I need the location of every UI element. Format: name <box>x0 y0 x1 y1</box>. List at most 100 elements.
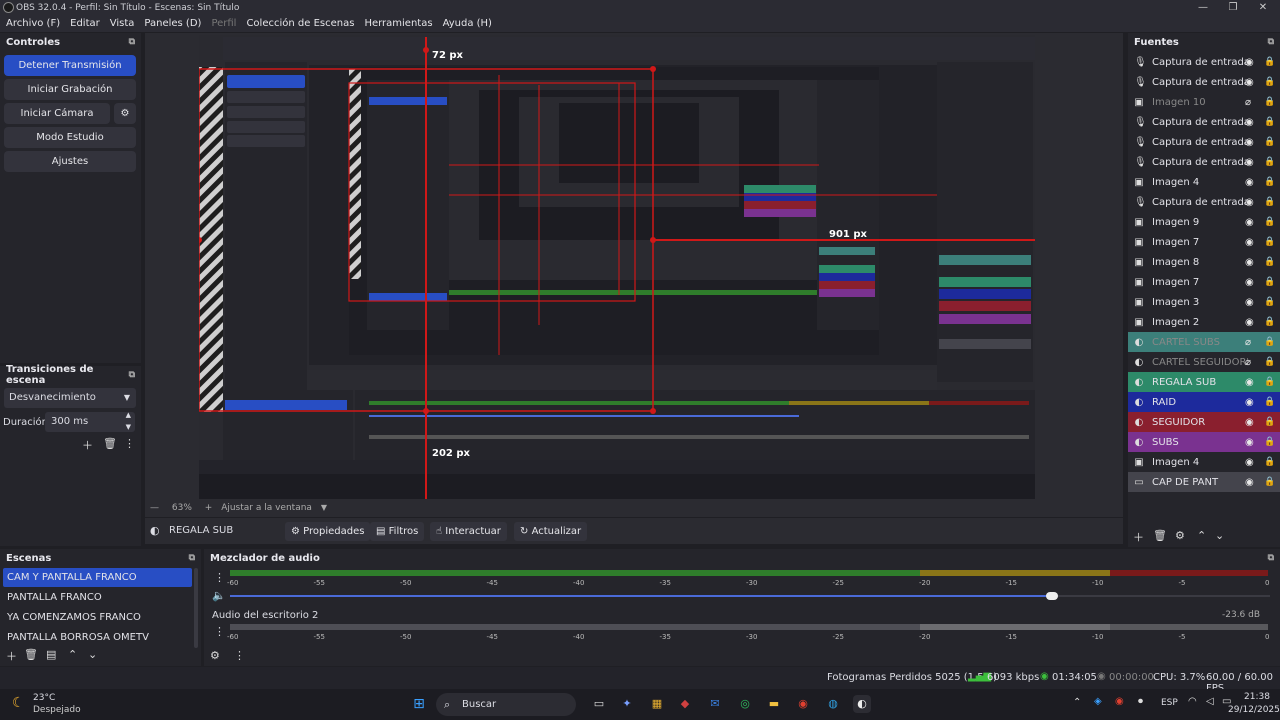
visibility-eye-icon[interactable]: ◉ <box>1245 297 1254 308</box>
menu-ayuda[interactable]: Ayuda (H) <box>443 18 492 29</box>
speaker-icon[interactable]: 🔈 <box>212 589 226 602</box>
visibility-eye-icon[interactable]: ◉ <box>1245 157 1254 168</box>
start-recording-button[interactable]: Iniciar Grabación <box>4 79 136 100</box>
scene-item[interactable]: PANTALLA FRANCO <box>3 588 192 607</box>
filter-icon[interactable]: ▤ <box>46 648 56 661</box>
lock-icon[interactable]: 🔒 <box>1264 337 1275 347</box>
spin-arrows-icon[interactable]: ▲ ▼ <box>126 409 131 433</box>
visibility-eye-icon[interactable]: ◉ <box>1245 137 1254 148</box>
lock-icon[interactable]: 🔒 <box>1264 417 1275 427</box>
visibility-eye-icon[interactable]: ◉ <box>1245 477 1254 488</box>
source-item[interactable]: ▭ CAP DE PANT ◉ 🔒 <box>1128 472 1280 492</box>
trash-icon[interactable]: 🗑 <box>24 648 38 661</box>
source-item[interactable]: 🎙 Captura de entrada auc◉ 🔒 <box>1128 72 1280 92</box>
visibility-eye-icon[interactable]: ⌀ <box>1245 97 1251 108</box>
visibility-eye-icon[interactable]: ◉ <box>1245 57 1254 68</box>
transition-select[interactable]: Desvanecimiento ▼ <box>4 388 136 408</box>
lock-icon[interactable]: 🔒 <box>1264 257 1275 267</box>
source-item[interactable]: 🎙 Captura de entrada auc◉ 🔒 <box>1128 132 1280 152</box>
scenes-scrollbar[interactable] <box>194 568 198 648</box>
source-item[interactable]: 🎙 Captura de entrada auc◉ 🔒 <box>1128 112 1280 132</box>
add-scene-icon[interactable]: ＋ <box>6 648 17 664</box>
store-icon[interactable]: ▦ <box>648 695 666 713</box>
weather-desc[interactable]: Despejado <box>33 705 81 715</box>
dock-float-icon[interactable]: ⧉ <box>189 553 195 563</box>
more-menu-icon[interactable]: ⋮ <box>234 649 245 662</box>
clock-date[interactable]: 29/12/2025 <box>1228 705 1280 715</box>
dock-float-icon[interactable]: ⧉ <box>129 37 135 47</box>
menu-coleccion[interactable]: Colección de Escenas <box>246 18 354 29</box>
language-indicator[interactable]: ESP <box>1161 698 1178 708</box>
menu-vista[interactable]: Vista <box>110 18 135 29</box>
menu-herramientas[interactable]: Herramientas <box>364 18 432 29</box>
interact-button[interactable]: ☝ Interactuar <box>430 522 507 541</box>
visibility-eye-icon[interactable]: ◉ <box>1245 377 1254 388</box>
lock-icon[interactable]: 🔒 <box>1264 297 1275 307</box>
source-item[interactable]: ◐ RAID ◉ 🔒 <box>1128 392 1280 412</box>
wifi-icon[interactable]: ◠ <box>1188 696 1197 707</box>
source-item[interactable]: 🎙 Captura de entrada auc◉ 🔒 <box>1128 52 1280 72</box>
zoom-out-icon[interactable]: — <box>150 503 159 513</box>
visibility-eye-icon[interactable]: ◉ <box>1245 277 1254 288</box>
visibility-eye-icon[interactable]: ◉ <box>1245 437 1254 448</box>
menu-archivo[interactable]: Archivo (F) <box>6 18 60 29</box>
add-transition-icon[interactable]: ＋ <box>82 437 93 453</box>
volume-icon[interactable]: ◁ <box>1206 696 1214 707</box>
clock-time[interactable]: 21:38 <box>1244 692 1270 702</box>
stop-stream-button[interactable]: Detener Transmisión <box>4 55 136 76</box>
visibility-eye-icon[interactable]: ◉ <box>1245 397 1254 408</box>
zoom-in-icon[interactable]: + <box>205 503 213 513</box>
tray-app-icon[interactable]: ◈ <box>1094 696 1102 707</box>
source-item[interactable]: ▣ Imagen 4 ◉ 🔒 <box>1128 452 1280 472</box>
source-item[interactable]: ◐ CARTEL SUBS ⌀ 🔒 <box>1128 332 1280 352</box>
minimize-icon[interactable]: — <box>1186 0 1220 15</box>
trash-icon[interactable]: 🗑 <box>103 437 117 450</box>
source-item[interactable]: ▣ Imagen 8 ◉ 🔒 <box>1128 252 1280 272</box>
lock-icon[interactable]: 🔒 <box>1264 57 1275 67</box>
virtual-camera-button[interactable]: Iniciar Cámara Virtual <box>4 103 110 140</box>
source-item[interactable]: 🎙 Captura de entrada auc◉ 🔒 <box>1128 192 1280 212</box>
edge-icon[interactable]: ◎ <box>736 695 754 713</box>
chrome-icon[interactable]: ◉ <box>794 695 812 713</box>
tray-chevron-icon[interactable]: ⌃ <box>1073 697 1081 708</box>
source-item[interactable]: ▣ Imagen 9 ◉ 🔒 <box>1128 212 1280 232</box>
source-item[interactable]: ▣ Imagen 7 ◉ 🔒 <box>1128 232 1280 252</box>
visibility-eye-icon[interactable]: ◉ <box>1245 457 1254 468</box>
lock-icon[interactable]: 🔒 <box>1264 97 1275 107</box>
copilot-icon[interactable]: ✦ <box>618 695 636 713</box>
lock-icon[interactable]: 🔒 <box>1264 437 1275 447</box>
weather-temp[interactable]: 23°C <box>33 693 55 703</box>
visibility-eye-icon[interactable]: ◉ <box>1245 237 1254 248</box>
volume-slider-handle[interactable] <box>1045 592 1058 600</box>
task-view-icon[interactable]: ▭ <box>590 695 608 713</box>
menu-paneles[interactable]: Paneles (D) <box>144 18 201 29</box>
visibility-eye-icon[interactable]: ◉ <box>1245 417 1254 428</box>
source-item[interactable]: ▣ Imagen 7 ◉ 🔒 <box>1128 272 1280 292</box>
lock-icon[interactable]: 🔒 <box>1264 177 1275 187</box>
chevron-down-icon[interactable]: ▼ <box>321 503 327 512</box>
source-item[interactable]: ▣ Imagen 2 ◉ 🔒 <box>1128 312 1280 332</box>
source-item[interactable]: 🎙 Captura de entrada auc◉ 🔒 <box>1128 152 1280 172</box>
source-item[interactable]: ▣ Imagen 4 ◉ 🔒 <box>1128 172 1280 192</box>
source-item[interactable]: ▣ Imagen 3 ◉ 🔒 <box>1128 292 1280 312</box>
maximize-icon[interactable]: ❐ <box>1216 0 1250 15</box>
visibility-eye-icon[interactable]: ◉ <box>1245 217 1254 228</box>
scene-item[interactable]: YA COMENZAMOS FRANCO <box>3 608 192 627</box>
menu-perfil[interactable]: Perfil <box>211 18 236 29</box>
virtual-camera-settings-icon[interactable]: ⚙ <box>114 103 136 124</box>
visibility-eye-icon[interactable]: ⌀ <box>1245 357 1251 368</box>
move-up-icon[interactable]: ⌃ <box>68 648 77 661</box>
move-down-icon[interactable]: ⌄ <box>1215 529 1224 542</box>
lock-icon[interactable]: 🔒 <box>1264 157 1275 167</box>
lock-icon[interactable]: 🔒 <box>1264 237 1275 247</box>
source-item[interactable]: ◐ SEGUIDOR ◉ 🔒 <box>1128 412 1280 432</box>
tray-app2-icon[interactable]: ◉ <box>1115 696 1124 707</box>
source-item[interactable]: ▣ Imagen 10 ⌀ 🔒 <box>1128 92 1280 112</box>
add-source-icon[interactable]: ＋ <box>1133 529 1144 545</box>
settings-button[interactable]: Ajustes <box>4 151 136 172</box>
mixer-settings-icon[interactable]: ⚙ <box>210 649 220 662</box>
taskbar-search[interactable]: ⌕ Buscar <box>436 693 576 716</box>
properties-button[interactable]: ⚙ Propiedades <box>285 522 371 541</box>
more-menu-icon[interactable]: ⋮ <box>124 437 135 450</box>
windows-start-icon[interactable]: ⊞ <box>410 695 428 713</box>
